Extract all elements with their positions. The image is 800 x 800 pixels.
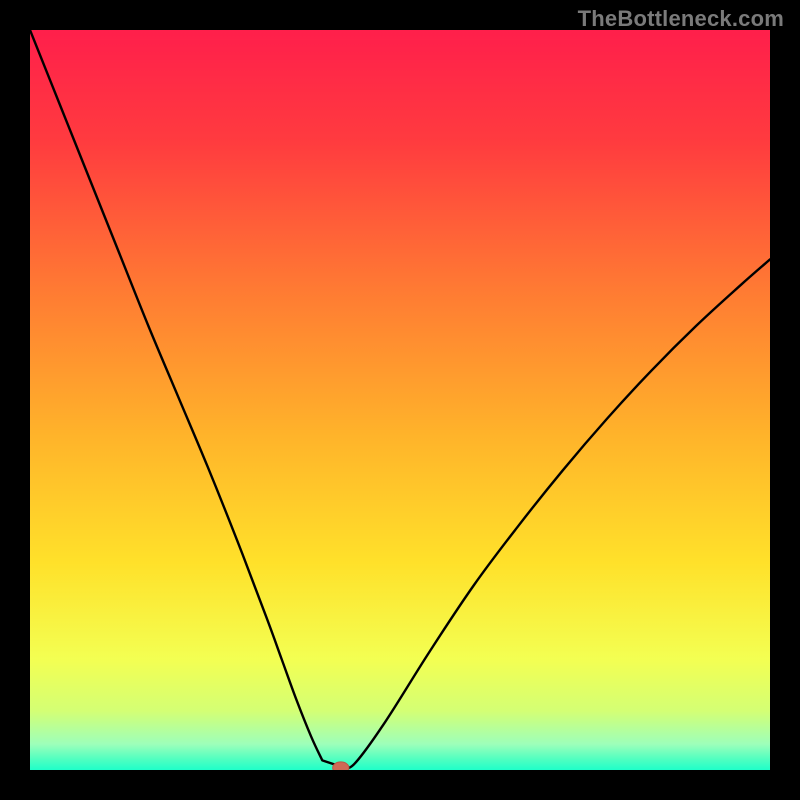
minimum-marker	[333, 762, 349, 770]
gradient-background	[30, 30, 770, 770]
chart-frame	[30, 30, 770, 770]
watermark-text: TheBottleneck.com	[578, 6, 784, 32]
bottleneck-chart	[30, 30, 770, 770]
